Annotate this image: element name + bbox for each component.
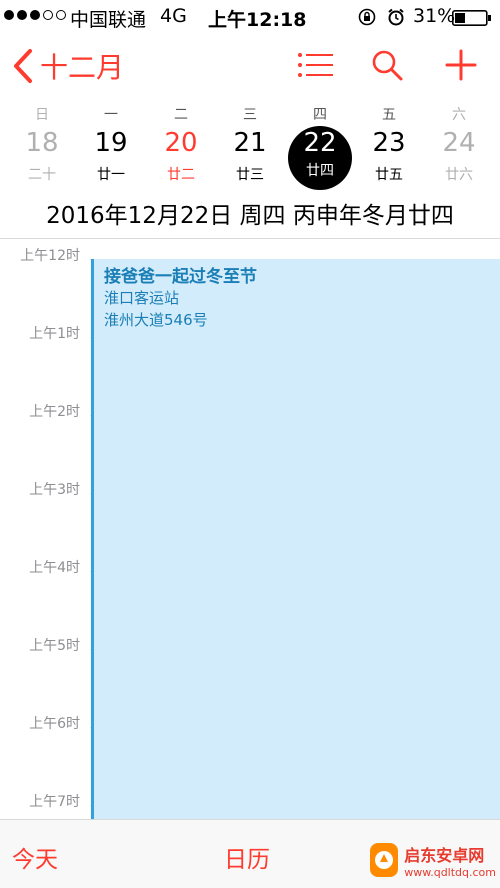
weekday-label: 五 [382,107,396,123]
hour-label: 上午2时 [29,404,80,420]
lunar-date: 廿一 [97,167,125,183]
add-icon[interactable] [444,48,478,82]
day-number: 20 [164,128,198,158]
battery-icon [452,10,491,26]
watermark-logo-icon [370,843,399,877]
calendars-button[interactable]: 日历 [224,840,270,874]
battery-percentage: 31% [413,5,456,27]
alarm-icon [388,8,404,26]
event-block[interactable]: 接爸爸一起过冬至节 淮口客运站 淮州大道546号 [91,259,500,819]
site-watermark: 启东安卓网 www.qdltdq.com [370,836,496,884]
hour-label: 上午3时 [29,482,80,498]
weekday-label: 六 [452,107,466,123]
day-number: 23 [372,128,406,158]
day-number: 21 [233,128,267,158]
day-number: 19 [94,128,128,158]
lunar-date: 廿六 [445,167,473,183]
back-chevron-icon [14,49,32,83]
weekday-label: 日 [35,107,49,123]
hour-label: 上午7时 [29,794,80,810]
lunar-date: 廿四 [306,163,334,179]
watermark-title: 启东安卓网 [404,845,485,865]
lunar-date: 廿五 [375,167,403,183]
event-address: 淮州大道546号 [104,311,208,329]
status-time: 上午12:18 [208,9,307,31]
signal-strength-icon [4,10,66,20]
back-label: 十二月 [40,51,125,84]
lunar-date: 廿三 [236,167,264,183]
weekday-label: 二 [174,107,188,123]
back-button[interactable]: 十二月 [10,46,124,86]
search-icon[interactable] [370,48,404,82]
navigation-bar: 十二月 [0,40,500,92]
day-number: 22 [303,128,337,158]
day-timeline[interactable]: 上午12时 上午1时 上午2时 上午3时 上午4时 上午5时 上午6时 上午7时… [0,239,500,819]
today-button[interactable]: 今天 [12,840,58,874]
lunar-date: 二十 [28,167,56,183]
status-bar: 中国联通 4G 上午12:18 31% [0,0,500,34]
lunar-date: 廿二 [167,167,195,183]
hour-label: 上午1时 [29,326,80,342]
network-type: 4G [160,5,187,27]
event-title: 接爸爸一起过冬至节 [104,267,257,287]
watermark-url: www.qdltdq.com [404,865,496,879]
day-number: 24 [442,128,476,158]
selected-date-title: 2016年12月22日 周四 丙申年冬月廿四 [46,203,454,229]
carrier-name: 中国联通 [70,9,147,31]
list-icon[interactable] [297,50,333,80]
hour-label: 上午4时 [29,560,80,576]
weekday-label: 三 [243,107,257,123]
weekday-label: 四 [313,107,327,123]
weekday-label: 一 [104,107,118,123]
day-number: 18 [25,128,59,158]
week-strip: 日 一 二 三 四 五 六 18 二十 19 廿一 20 廿二 21 廿三 22… [0,98,500,196]
rotation-lock-icon [358,8,376,26]
hour-label: 上午6时 [29,716,80,732]
hour-label: 上午5时 [29,638,80,654]
event-location: 淮口客运站 [104,289,180,307]
hour-label: 上午12时 [20,248,80,264]
